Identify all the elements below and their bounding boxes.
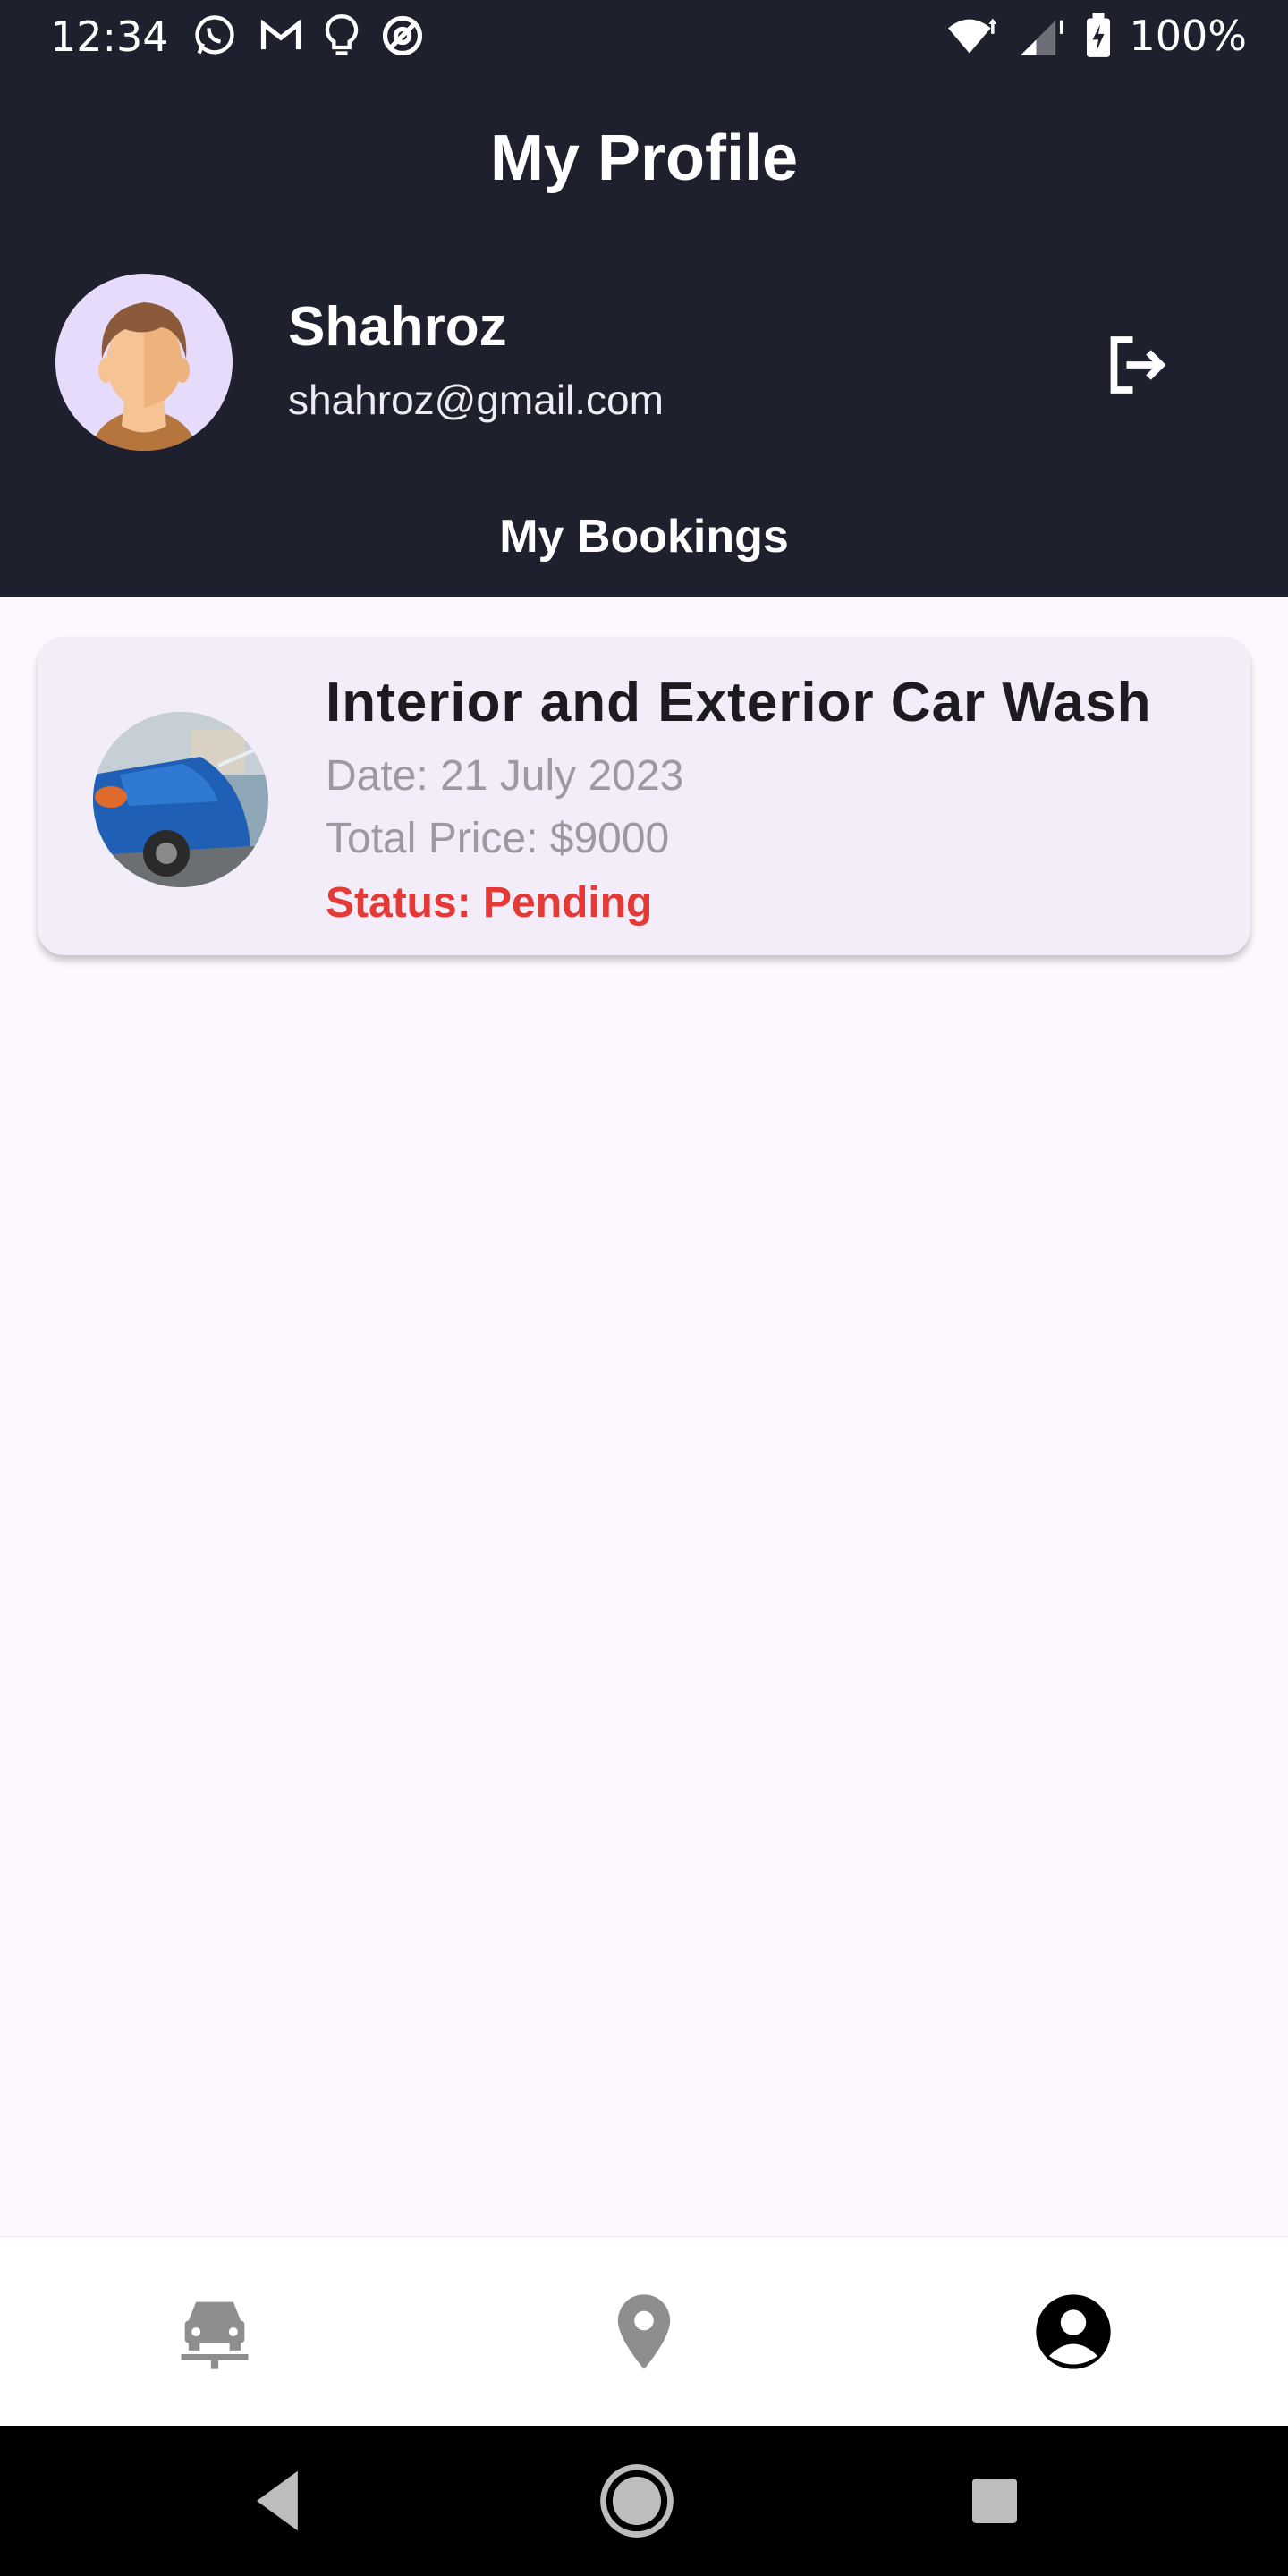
at-sign-icon <box>382 15 423 56</box>
booking-status: Status: Pending <box>326 879 653 927</box>
profile-header: 12:34 100% My Profile Shahroz shahroz@gm… <box>0 0 1288 597</box>
nav-item-car-wash[interactable] <box>170 2287 259 2377</box>
system-navigation-bar <box>0 2426 1288 2576</box>
nav-item-profile[interactable] <box>1029 2287 1118 2377</box>
back-triangle-icon <box>257 2470 298 2531</box>
status-bar: 12:34 100% <box>0 0 1288 75</box>
booking-total-price: Total Price: $9000 <box>326 815 670 862</box>
home-button[interactable] <box>592 2456 682 2546</box>
avatar[interactable] <box>55 274 233 451</box>
user-name: Shahroz <box>288 296 507 358</box>
whatsapp-icon <box>195 15 234 55</box>
home-circle-icon <box>600 2464 674 2538</box>
logout-button[interactable] <box>1098 327 1174 402</box>
notification-icons <box>191 11 426 61</box>
back-button[interactable] <box>234 2456 324 2546</box>
wifi-icon <box>948 18 997 54</box>
page-title: My Profile <box>489 123 799 194</box>
car-wash-icon <box>181 2301 249 2369</box>
bookings-section-title: My Bookings <box>499 511 789 563</box>
system-icons: 100% <box>943 11 1247 61</box>
status-time: 12:34 <box>50 13 169 61</box>
logout-icon <box>1110 336 1166 394</box>
car-wash-photo <box>93 712 268 887</box>
signal-icon <box>1021 20 1063 55</box>
account-circle-icon <box>1036 2294 1111 2369</box>
nav-item-location[interactable] <box>599 2287 689 2377</box>
recents-button[interactable] <box>950 2456 1039 2546</box>
booking-date: Date: 21 July 2023 <box>326 752 684 800</box>
location-pin-icon <box>617 2294 671 2369</box>
battery-charging-icon <box>1087 13 1111 57</box>
booking-thumbnail <box>93 712 268 887</box>
battery-percent: 100% <box>1129 12 1247 60</box>
gmail-icon <box>260 19 301 50</box>
user-email: shahroz@gmail.com <box>288 377 664 423</box>
bottom-navigation <box>0 2236 1288 2427</box>
recents-square-icon <box>972 2479 1017 2523</box>
bulb-icon <box>325 14 359 55</box>
avatar-illustration <box>91 302 197 451</box>
booking-service-name: Interior and Exterior Car Wash <box>326 672 1152 733</box>
